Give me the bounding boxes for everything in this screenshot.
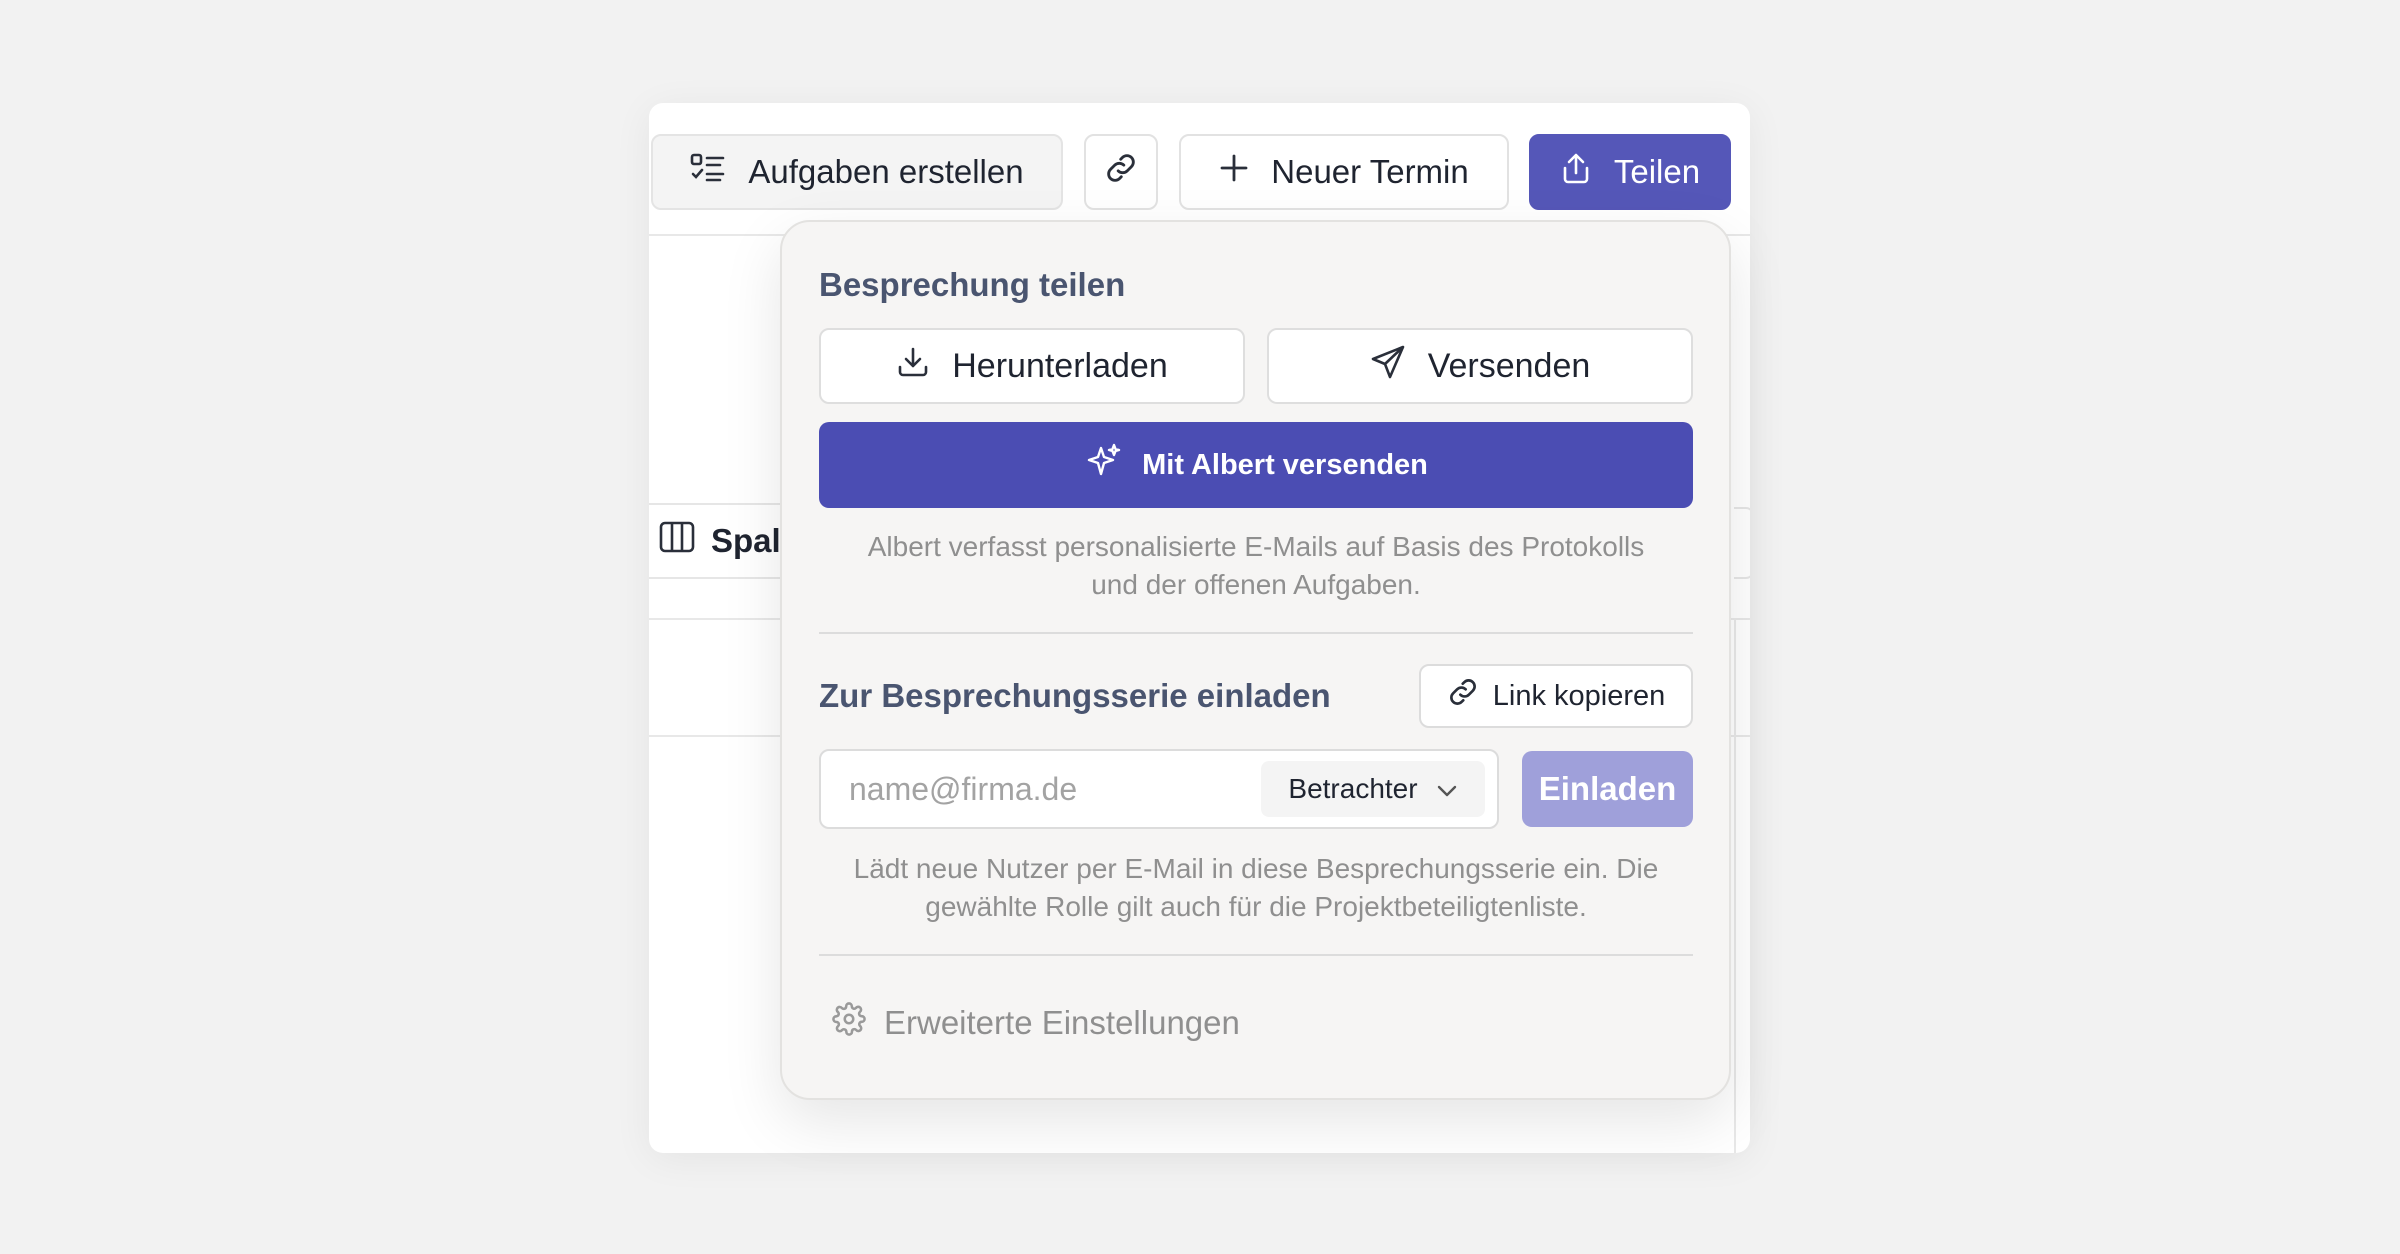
invite-label: Einladen [1538,770,1677,807]
create-tasks-label: Aufgaben erstellen [748,153,1024,190]
send-icon [1370,344,1406,389]
role-select-value: Betrachter [1288,773,1418,804]
create-tasks-button[interactable]: Aufgaben erstellen [651,134,1063,210]
chevron-down-icon [1436,773,1458,805]
download-icon [896,345,930,388]
background-panel-edge [1734,618,1736,1153]
new-event-button[interactable]: Neuer Termin [1179,134,1509,210]
albert-hint-line-2: und der offenen Aufgaben. [1091,569,1421,600]
share-upload-icon [1560,151,1592,193]
invite-section-title: Zur Besprechungsserie einladen [819,677,1331,714]
columns-icon [659,520,695,562]
gear-icon [832,1002,866,1044]
columns-label: Spal [711,522,781,559]
link-icon [1104,151,1138,193]
email-input[interactable] [849,767,1269,811]
background-control-stub [1734,507,1750,579]
send-with-albert-button[interactable]: Mit Albert versenden [819,422,1693,508]
send-with-albert-label: Mit Albert versenden [1142,448,1428,481]
link-icon [1447,676,1479,716]
download-label: Herunterladen [952,346,1168,385]
advanced-settings-link[interactable]: Erweiterte Einstellungen [832,1002,1240,1044]
invite-button[interactable]: Einladen [1522,751,1693,827]
invite-hint-line-2: gewählte Rolle gilt auch für die Projekt… [925,891,1587,922]
role-select[interactable]: Betrachter [1261,761,1485,817]
send-button[interactable]: Versenden [1267,328,1693,404]
send-label: Versenden [1427,346,1591,385]
share-popover-title: Besprechung teilen [819,266,1126,303]
task-list-icon [690,152,726,192]
copy-link-button[interactable]: Link kopieren [1419,664,1693,728]
invite-email-field: Betrachter [819,749,1499,829]
copy-link-toolbar-button[interactable] [1084,134,1158,210]
advanced-settings-label: Erweiterte Einstellungen [884,1004,1240,1041]
albert-hint-line-1: Albert verfasst personalisierte E-Mails … [867,531,1645,562]
sparkle-icon [1084,442,1122,488]
share-label: Teilen [1613,153,1701,190]
popover-divider [819,632,1693,634]
popover-divider [819,954,1693,956]
invite-hint-line-1: Lädt neue Nutzer per E-Mail in diese Bes… [853,853,1659,884]
share-button[interactable]: Teilen [1529,134,1731,210]
new-event-label: Neuer Termin [1271,153,1469,190]
download-button[interactable]: Herunterladen [819,328,1245,404]
plus-icon [1219,153,1249,191]
copy-link-label: Link kopieren [1492,679,1666,712]
share-popover: Besprechung teilen Herunterladen Versend… [780,220,1731,1100]
